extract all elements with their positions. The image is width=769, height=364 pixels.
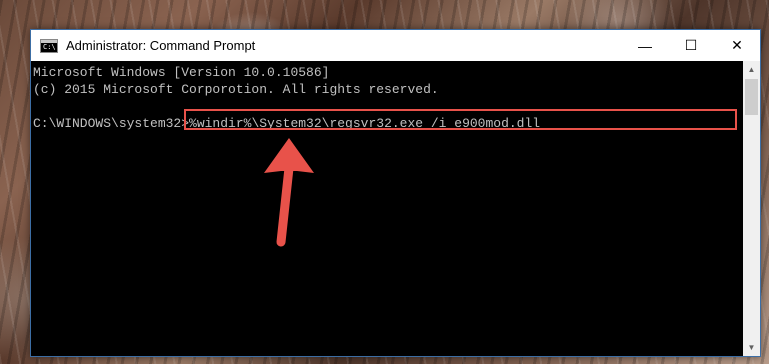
vertical-scrollbar[interactable]: ▲ ▼: [743, 61, 760, 356]
pointer-arrow-icon: [264, 138, 314, 247]
maximize-button[interactable]: ☐: [668, 30, 714, 61]
title-bar[interactable]: C:\ Administrator: Command Prompt — ☐ ✕: [31, 30, 760, 61]
console-output[interactable]: Microsoft Windows [Version 10.0.10586] (…: [31, 61, 743, 356]
scroll-down-icon[interactable]: ▼: [743, 339, 760, 356]
console-line: (c) 2015 Microsoft Corporotion. All righ…: [33, 82, 439, 97]
scroll-thumb[interactable]: [745, 79, 758, 115]
command-highlight-box: [184, 109, 737, 130]
prompt-text: C:\WINDOWS\system32>: [33, 116, 190, 131]
console-line: Microsoft Windows [Version 10.0.10586]: [33, 65, 330, 80]
scroll-up-icon[interactable]: ▲: [743, 61, 760, 78]
window-title: Administrator: Command Prompt: [66, 38, 256, 53]
minimize-button[interactable]: —: [622, 30, 668, 61]
cmd-icon: C:\: [40, 38, 58, 53]
command-prompt-window[interactable]: C:\ Administrator: Command Prompt — ☐ ✕ …: [30, 29, 761, 357]
arrow-shaft: [276, 163, 294, 247]
close-button[interactable]: ✕: [714, 30, 760, 61]
